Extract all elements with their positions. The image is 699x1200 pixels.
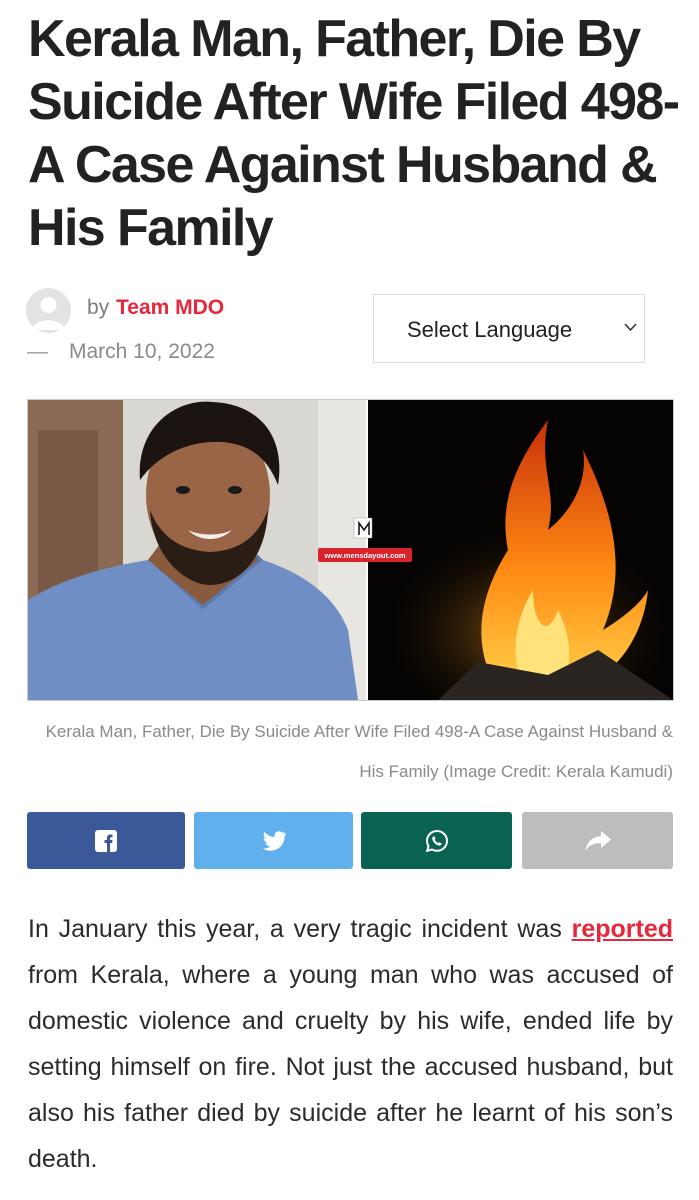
language-select-value: Select Language xyxy=(407,317,573,342)
facebook-icon xyxy=(95,829,117,852)
article-body-paragraph: In January this year, a very tragic inci… xyxy=(28,906,673,1182)
byline-label: by xyxy=(87,296,110,319)
whatsapp-icon xyxy=(425,829,448,852)
article-title: Kerala Man, Father, Die By Suicide After… xyxy=(28,10,680,257)
article-featured-image: www.mensdayout.com xyxy=(27,399,674,701)
chevron-down-icon xyxy=(624,323,637,332)
whatsapp-share-button[interactable] xyxy=(361,812,512,869)
body-text-rest: from Kerala, where a young man who was a… xyxy=(28,961,673,1173)
date-separator: — xyxy=(27,340,48,363)
author-avatar[interactable] xyxy=(26,288,71,333)
image-caption: Kerala Man, Father, Die By Suicide After… xyxy=(45,722,673,781)
body-text-start: In January this year, a very tragic inci… xyxy=(28,915,562,943)
language-select[interactable]: Select Language xyxy=(373,294,645,363)
twitter-share-button[interactable] xyxy=(194,812,353,869)
twitter-icon xyxy=(262,830,286,851)
reported-link[interactable]: reported xyxy=(572,915,673,943)
author-link[interactable]: Team MDO xyxy=(116,296,224,320)
watermark-url: www.mensdayout.com xyxy=(324,551,406,560)
publish-date: March 10, 2022 xyxy=(69,340,215,363)
user-silhouette-icon xyxy=(32,297,65,330)
share-more-button[interactable] xyxy=(522,812,673,869)
share-icon xyxy=(585,830,611,850)
featured-image-graphic: www.mensdayout.com xyxy=(28,400,673,700)
facebook-share-button[interactable] xyxy=(27,812,185,869)
